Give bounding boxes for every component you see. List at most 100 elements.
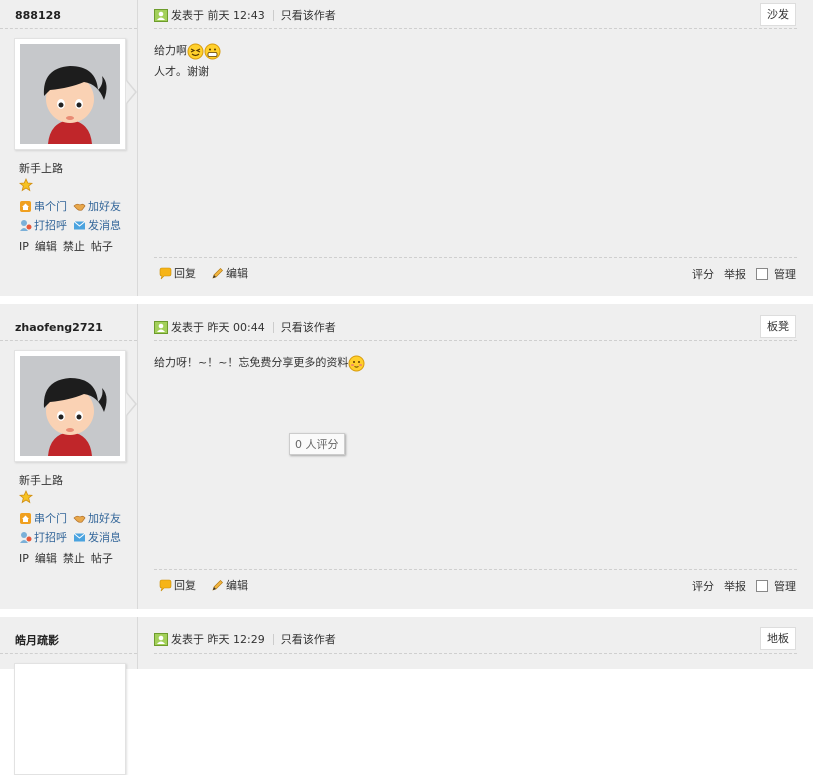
add-friend-link[interactable]: 加好友 [73, 510, 121, 526]
floor-number[interactable]: 沙发 [760, 3, 796, 26]
report-link[interactable]: 举报 [724, 578, 746, 594]
manage-checkbox[interactable] [756, 268, 768, 280]
divider [154, 257, 797, 258]
post-actions: 评分 举报 管理 [682, 578, 796, 594]
avatar[interactable] [14, 38, 126, 150]
avatar-image [20, 44, 120, 144]
greet-link[interactable]: 打招呼 [19, 529, 67, 545]
author-only-link[interactable]: 只看该作者 [281, 7, 336, 23]
add-friend-label: 加好友 [88, 512, 121, 525]
ban-link[interactable]: 禁止 [63, 552, 85, 565]
edit-post-button[interactable]: 编辑 [211, 577, 248, 593]
post-header: 发表于 昨天 00:44 只看该作者 [154, 319, 336, 335]
edit-post-button[interactable]: 编辑 [211, 265, 248, 281]
message-line: 给力呀！~！~！忘免费分享更多的资料 [154, 356, 349, 369]
rating-tooltip: 0 人评分 [289, 433, 345, 455]
speech-bubble-icon [159, 267, 172, 279]
edit-user-link[interactable]: 编辑 [35, 240, 57, 253]
post-header: 发表于 前天 12:43 只看该作者 [154, 7, 336, 23]
visit-home-link[interactable]: 串个门 [19, 510, 67, 526]
ban-link[interactable]: 禁止 [63, 240, 85, 253]
handshake-icon [73, 515, 86, 523]
rate-link[interactable]: 评分 [692, 578, 714, 594]
report-link[interactable]: 举报 [724, 266, 746, 282]
send-message-link[interactable]: 发消息 [73, 529, 121, 545]
divider [154, 569, 797, 570]
add-friend-link[interactable]: 加好友 [73, 198, 121, 214]
edit-user-link[interactable]: 编辑 [35, 552, 57, 565]
greet-icon [20, 219, 32, 231]
rate-link[interactable]: 评分 [692, 266, 714, 282]
divider [272, 321, 274, 333]
floor-number[interactable]: 板凳 [760, 315, 796, 338]
envelope-icon [73, 220, 86, 229]
speech-bubble-icon [159, 579, 172, 591]
reply-label: 回复 [174, 579, 196, 592]
post-1: 888128 新手上路 串个门 加好友 打招呼 发消息 IP 编辑 禁止 帖子 … [0, 0, 813, 296]
reply-button[interactable]: 回复 [159, 577, 196, 593]
edit-label: 编辑 [226, 267, 248, 280]
laughing-smiley-icon [187, 43, 204, 59]
home-icon [20, 200, 31, 212]
post-actions: 评分 举报 管理 [682, 266, 796, 282]
divider [0, 653, 137, 654]
username-link[interactable]: 888128 [15, 9, 61, 22]
post-message: 给力呀！~！~！忘免费分享更多的资料 [154, 352, 365, 373]
post-message: 给力啊 人才。谢谢 [154, 40, 221, 82]
user-posts-link[interactable]: 帖子 [91, 552, 113, 565]
manage-link[interactable]: 管理 [774, 578, 796, 594]
avatar[interactable] [14, 663, 126, 775]
divider [154, 653, 797, 654]
username-link[interactable]: zhaofeng2721 [15, 321, 103, 334]
avatar-pointer-inner [126, 81, 135, 103]
greet-icon [20, 531, 32, 543]
post-time: 发表于 前天 12:43 [171, 9, 265, 22]
post-content: 发表于 昨天 00:44 只看该作者 板凳 给力呀！~！~！忘免费分享更多的资料… [138, 304, 813, 609]
post-content: 发表于 昨天 12:29 只看该作者 地板 [138, 617, 813, 669]
greet-label: 打招呼 [34, 219, 67, 232]
visit-label: 串个门 [34, 512, 67, 525]
user-posts-link[interactable]: 帖子 [91, 240, 113, 253]
avatar[interactable] [14, 350, 126, 462]
greet-label: 打招呼 [34, 531, 67, 544]
divider [0, 28, 137, 29]
online-status-icon [154, 632, 168, 646]
avatar-pointer-inner [126, 393, 135, 415]
admin-links: IP 编辑 禁止 帖子 [19, 550, 119, 566]
send-message-label: 发消息 [88, 531, 121, 544]
divider [272, 9, 274, 21]
add-friend-label: 加好友 [88, 200, 121, 213]
author-only-link[interactable]: 只看该作者 [281, 319, 336, 335]
message-line: 给力啊 [154, 44, 187, 57]
manage-checkbox[interactable] [756, 580, 768, 592]
post-header: 发表于 昨天 12:29 只看该作者 [154, 631, 336, 647]
divider [272, 633, 274, 645]
post-3: 皓月疏影 发表于 昨天 12:29 只看该作者 地板 [0, 617, 813, 775]
visit-label: 串个门 [34, 200, 67, 213]
post-2: zhaofeng2721 新手上路 串个门 加好友 打招呼 发消息 IP 编辑 … [0, 304, 813, 609]
author-only-link[interactable]: 只看该作者 [281, 631, 336, 647]
manage-link[interactable]: 管理 [774, 266, 796, 282]
ip-link[interactable]: IP [19, 240, 29, 253]
handshake-icon [73, 203, 86, 211]
author-panel: 皓月疏影 [0, 617, 138, 775]
divider [0, 340, 137, 341]
visit-home-link[interactable]: 串个门 [19, 198, 67, 214]
post-time: 发表于 昨天 00:44 [171, 321, 265, 334]
grin-smiley-icon [204, 43, 221, 59]
floor-number[interactable]: 地板 [760, 627, 796, 650]
divider [154, 28, 797, 29]
star-icon [19, 490, 33, 504]
send-message-link[interactable]: 发消息 [73, 217, 121, 233]
greet-link[interactable]: 打招呼 [19, 217, 67, 233]
reply-button[interactable]: 回复 [159, 265, 196, 281]
user-rank: 新手上路 [19, 474, 63, 487]
admin-links: IP 编辑 禁止 帖子 [19, 238, 119, 254]
pencil-icon [212, 579, 223, 591]
post-time: 发表于 昨天 12:29 [171, 633, 265, 646]
user-rank: 新手上路 [19, 162, 63, 175]
reply-label: 回复 [174, 267, 196, 280]
edit-label: 编辑 [226, 579, 248, 592]
ip-link[interactable]: IP [19, 552, 29, 565]
username-link[interactable]: 皓月疏影 [15, 632, 59, 648]
